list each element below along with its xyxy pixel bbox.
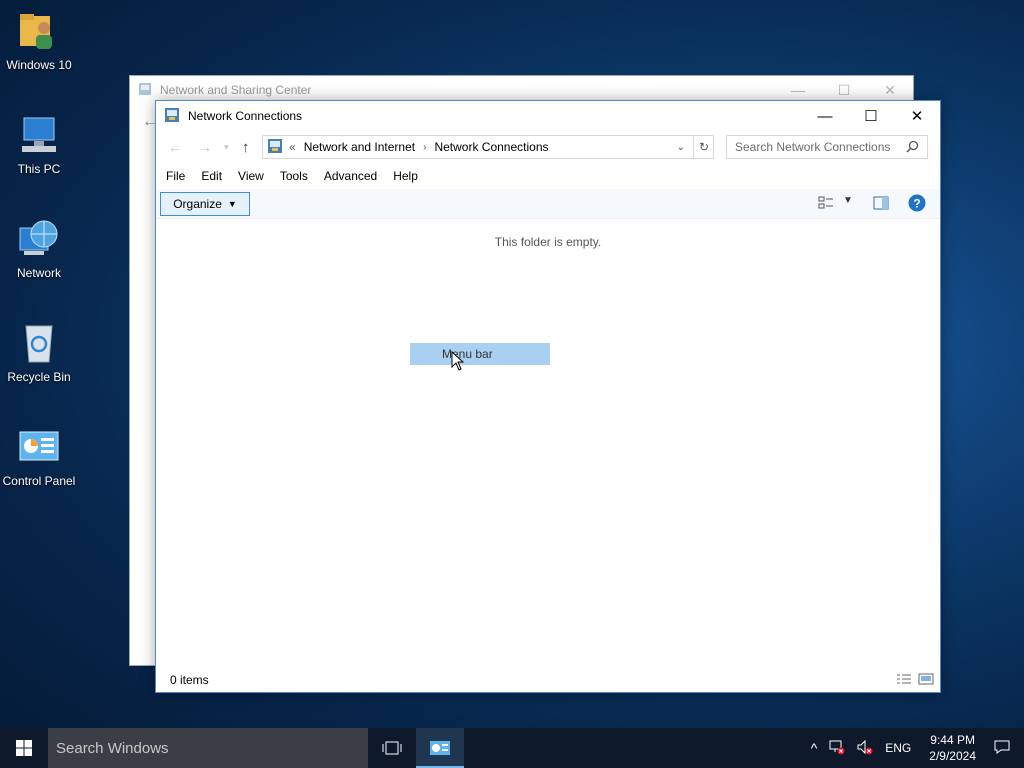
menu-bar: File Edit View Tools Advanced Help <box>156 163 940 189</box>
minimize-button[interactable]: — <box>802 101 848 131</box>
network-app-icon <box>138 82 152 99</box>
refresh-icon: ↻ <box>698 140 710 154</box>
desktop-icon-control-panel[interactable]: Control Panel <box>0 426 78 488</box>
menu-edit[interactable]: Edit <box>201 169 222 183</box>
navigation-bar: ← → ▾ ↑ « Network and Internet › Network… <box>156 131 940 163</box>
organize-button[interactable]: Organize ▼ <box>160 192 250 216</box>
details-view-icon[interactable] <box>896 673 912 688</box>
close-icon: ✕ <box>910 108 924 125</box>
clock-date: 2/9/2024 <box>929 749 976 763</box>
system-tray: ^ ENG 9:44 PM 2/9/2024 <box>805 728 1024 768</box>
desktop-icon-label: Recycle Bin <box>7 370 71 384</box>
breadcrumb-network-connections[interactable]: Network Connections <box>434 140 548 154</box>
taskbar-search-box[interactable]: Search Windows <box>48 728 368 768</box>
preview-pane-icon[interactable] <box>873 196 889 213</box>
chevron-down-icon: ▼ <box>227 199 237 209</box>
recycle-bin-icon <box>18 322 60 364</box>
menu-help[interactable]: Help <box>393 169 418 183</box>
back-arrow-icon[interactable]: ← <box>168 139 182 155</box>
window-title: Network Connections <box>188 109 303 123</box>
menu-view[interactable]: View <box>238 169 264 183</box>
start-button[interactable] <box>0 728 48 768</box>
organize-label: Organize <box>173 197 222 211</box>
input-language-indicator[interactable]: ENG <box>885 741 911 755</box>
task-view-button[interactable] <box>368 728 416 768</box>
empty-folder-message: This folder is empty. <box>494 235 602 249</box>
search-icon <box>906 140 919 156</box>
maximize-button[interactable]: ☐ <box>848 101 894 131</box>
desktop-icon-label: Windows 10 <box>6 58 72 72</box>
user-folder-icon <box>18 10 60 52</box>
menu-bar-tooltip: Menu bar <box>410 343 550 365</box>
control-panel-icon <box>430 741 450 755</box>
network-connections-window[interactable]: Network Connections — ☐ ✕ ← → ▾ ↑ « Netw… <box>155 100 941 693</box>
svg-text:?: ? <box>913 197 920 211</box>
taskbar-clock[interactable]: 9:44 PM 2/9/2024 <box>929 732 976 764</box>
network-disconnected-icon[interactable] <box>829 739 845 758</box>
desktop-icon-label: This PC <box>17 162 61 176</box>
window-titlebar[interactable]: Network Connections — ☐ ✕ <box>156 101 940 131</box>
desktop-icon-this-pc[interactable]: This PC <box>0 114 78 176</box>
control-panel-icon <box>18 426 60 468</box>
network-connections-app-icon <box>164 107 180 126</box>
task-view-icon <box>382 741 402 755</box>
address-bar[interactable]: « Network and Internet › Network Connect… <box>262 135 714 159</box>
view-options-chevron-icon[interactable]: ▼ <box>843 195 853 206</box>
background-window-title: Network and Sharing Center <box>160 83 312 97</box>
menu-file[interactable]: File <box>166 169 185 183</box>
menu-tools[interactable]: Tools <box>280 169 308 183</box>
action-center-icon[interactable] <box>994 739 1010 758</box>
command-bar: Organize ▼ ▼ ? <box>156 189 940 219</box>
desktop-icon-network[interactable]: Network <box>0 218 78 280</box>
maximize-icon: ☐ <box>864 108 878 125</box>
folder-content-area[interactable]: This folder is empty. Menu bar <box>156 219 940 667</box>
taskbar-app-control-panel[interactable] <box>416 728 464 768</box>
show-hidden-icons-chevron-icon[interactable]: ^ <box>811 740 818 756</box>
taskbar-search-placeholder: Search Windows <box>56 739 169 757</box>
address-location-icon <box>267 138 283 157</box>
computer-icon <box>18 114 60 156</box>
forward-arrow-icon[interactable]: → <box>198 139 212 155</box>
help-icon[interactable]: ? <box>908 194 926 215</box>
desktop-icon-label: Control Panel <box>2 474 76 488</box>
desktop-icon-recycle-bin[interactable]: Recycle Bin <box>0 322 78 384</box>
mouse-pointer-icon <box>451 350 465 374</box>
change-view-icon[interactable] <box>818 196 834 213</box>
volume-muted-icon[interactable] <box>857 739 873 758</box>
breadcrumb-network-and-internet[interactable]: Network and Internet <box>304 140 415 154</box>
search-placeholder: Search Network Connections <box>735 140 891 154</box>
recent-locations-chevron-icon[interactable]: ▾ <box>224 142 229 153</box>
close-button[interactable]: ✕ <box>894 101 940 131</box>
clock-time: 9:44 PM <box>930 733 975 747</box>
menu-advanced[interactable]: Advanced <box>324 169 377 183</box>
desktop-icon-label: Network <box>16 266 61 280</box>
item-count: 0 items <box>170 673 209 687</box>
address-dropdown-icon[interactable]: ⌄ <box>677 142 685 153</box>
status-bar: 0 items <box>156 668 940 692</box>
refresh-button[interactable]: ↻ <box>693 135 714 159</box>
desktop-icon-windows10[interactable]: Windows 10 <box>0 10 78 72</box>
search-input[interactable]: Search Network Connections <box>726 135 928 159</box>
minimize-icon: — <box>817 107 833 125</box>
breadcrumb-separator-icon[interactable]: › <box>423 142 426 153</box>
breadcrumb-overflow[interactable]: « <box>289 140 296 154</box>
up-arrow-icon[interactable]: ↑ <box>242 139 250 156</box>
network-globe-icon <box>18 218 60 260</box>
windows-logo-icon <box>16 740 32 756</box>
large-icons-view-icon[interactable] <box>918 673 934 688</box>
taskbar: Search Windows ^ ENG 9:44 PM 2/9/2024 <box>0 728 1024 768</box>
